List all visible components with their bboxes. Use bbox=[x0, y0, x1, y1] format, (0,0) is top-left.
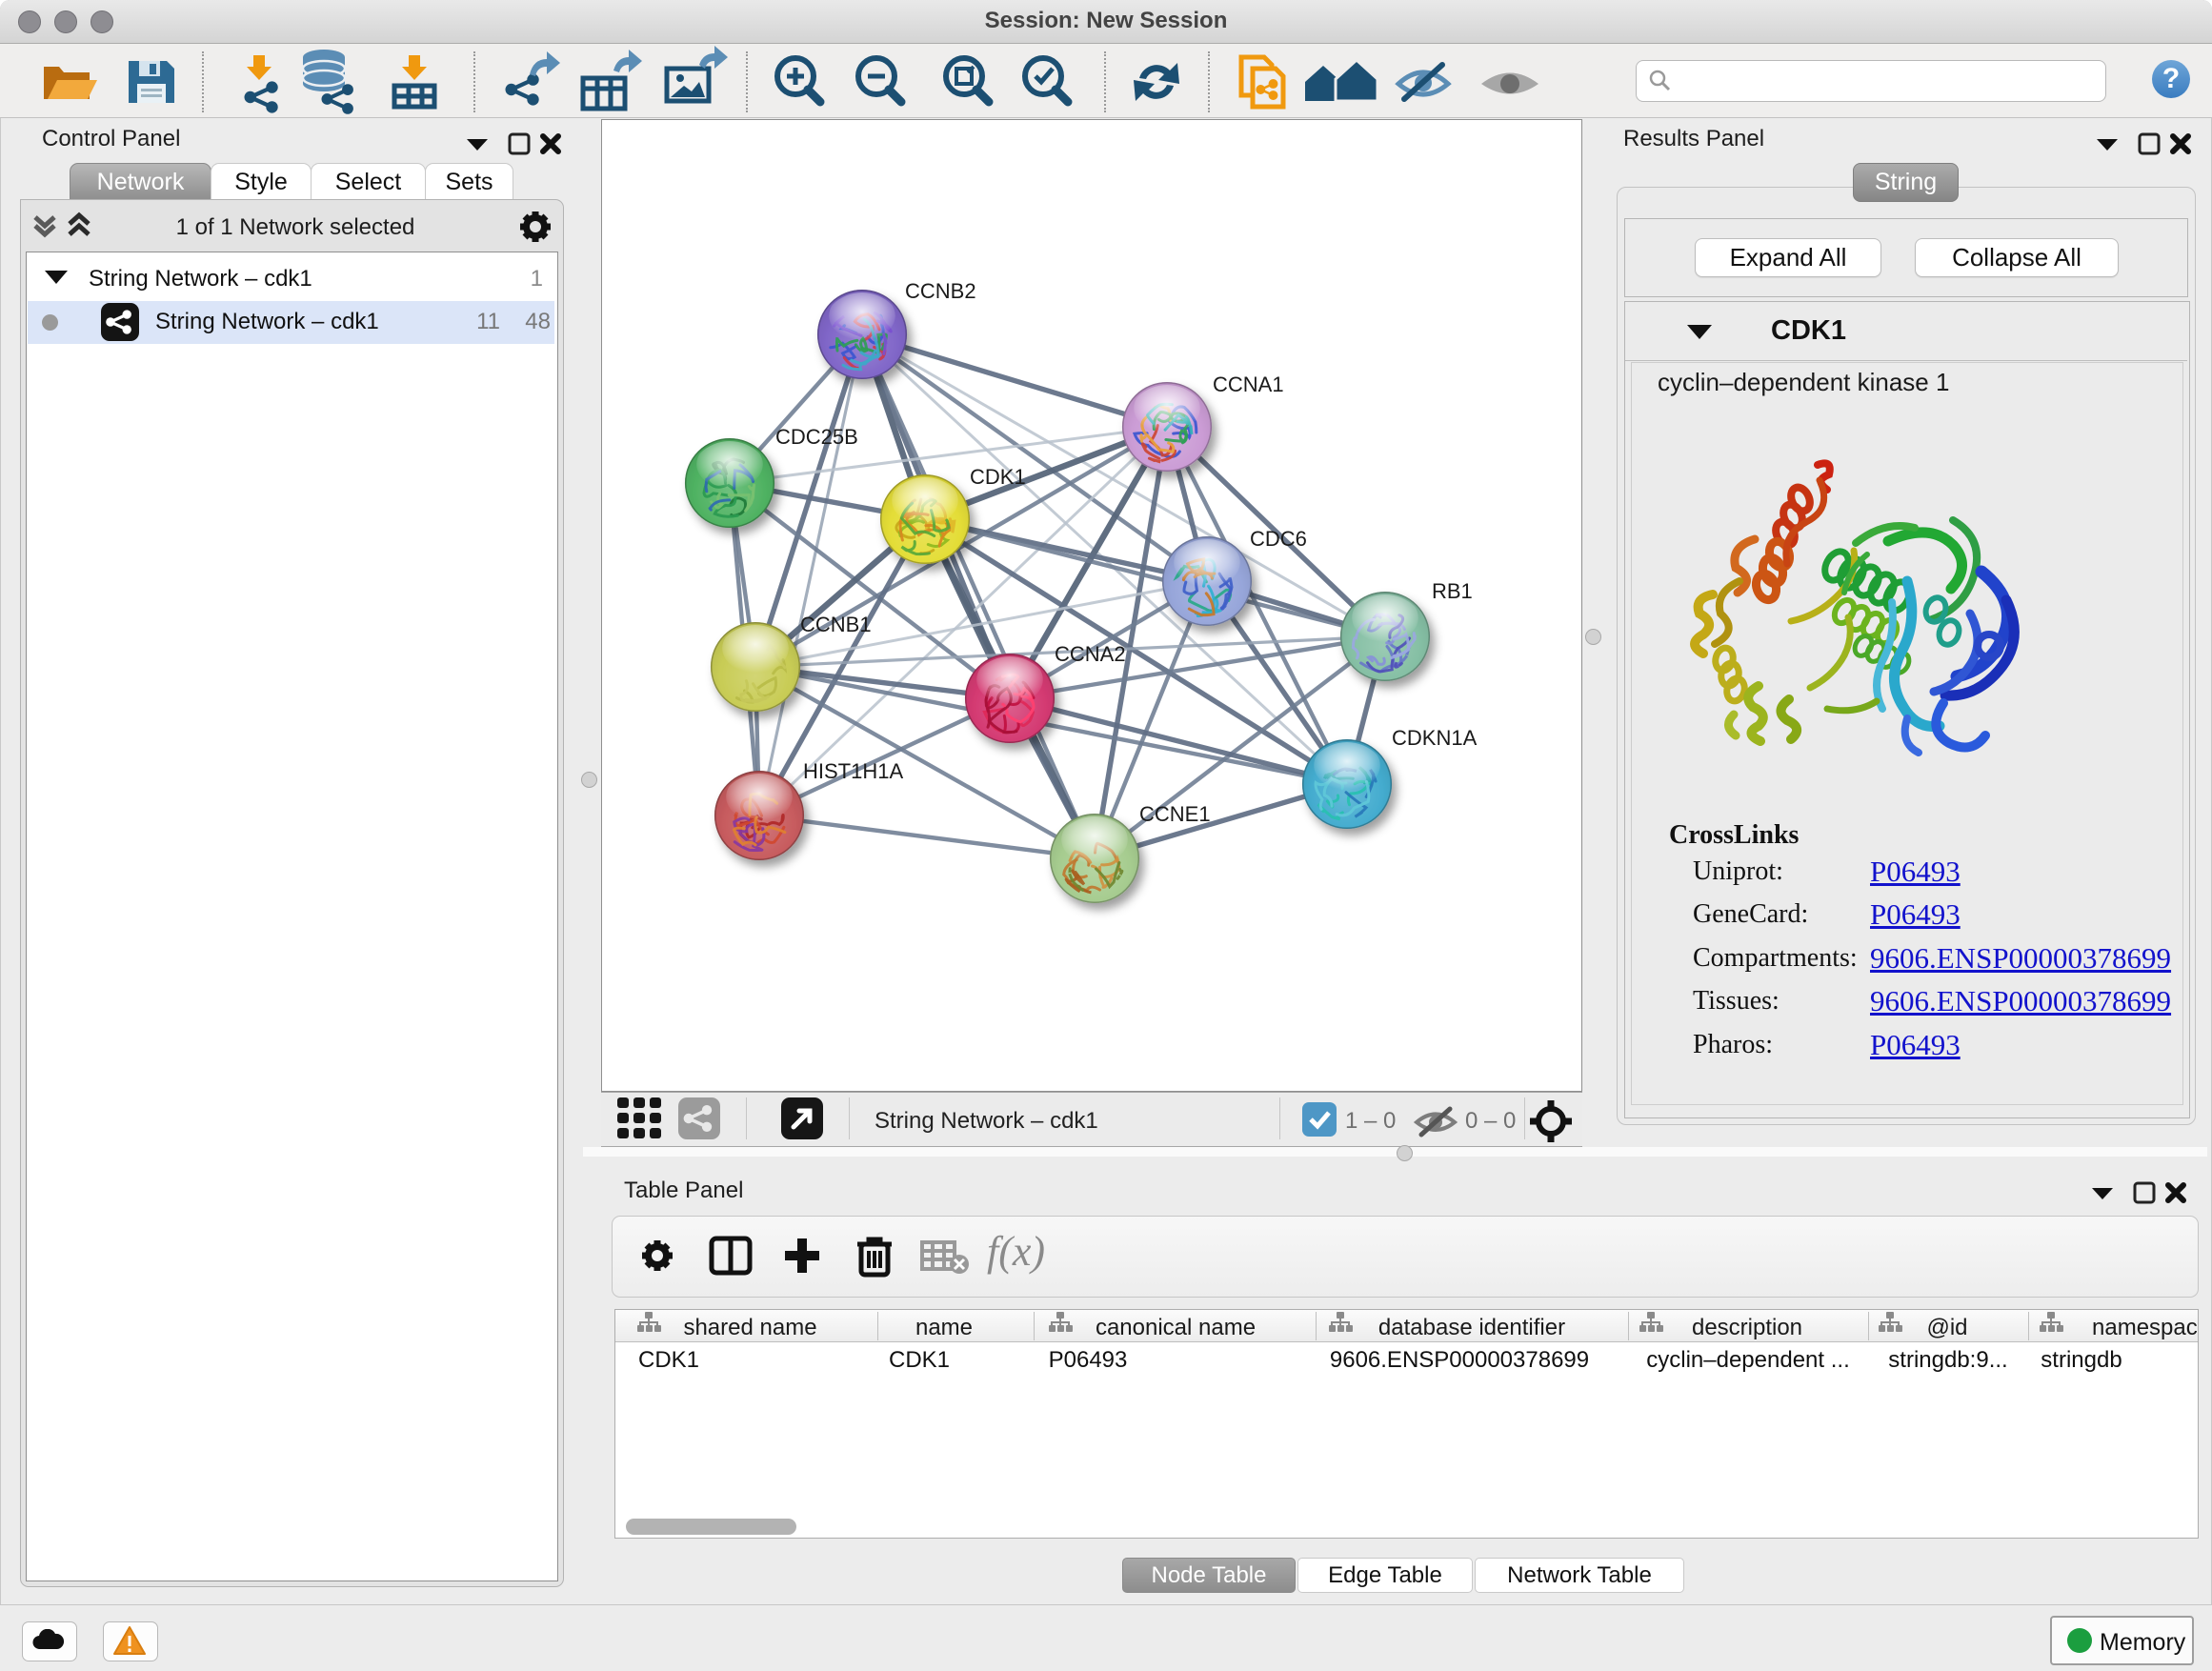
svg-text:CCNE1: CCNE1 bbox=[1139, 802, 1211, 826]
svg-text:CDKN1A: CDKN1A bbox=[1392, 726, 1478, 750]
svg-text:RB1: RB1 bbox=[1432, 579, 1473, 603]
svg-text:CDC25B: CDC25B bbox=[775, 425, 858, 449]
svg-text:CCNB1: CCNB1 bbox=[800, 613, 872, 636]
svg-text:CCNA1: CCNA1 bbox=[1213, 372, 1284, 396]
svg-text:HIST1H1A: HIST1H1A bbox=[803, 759, 903, 783]
svg-text:CDC6: CDC6 bbox=[1250, 527, 1307, 551]
svg-text:CDK1: CDK1 bbox=[970, 465, 1026, 489]
svg-text:CCNB2: CCNB2 bbox=[905, 279, 976, 303]
svg-text:CCNA2: CCNA2 bbox=[1055, 642, 1126, 666]
